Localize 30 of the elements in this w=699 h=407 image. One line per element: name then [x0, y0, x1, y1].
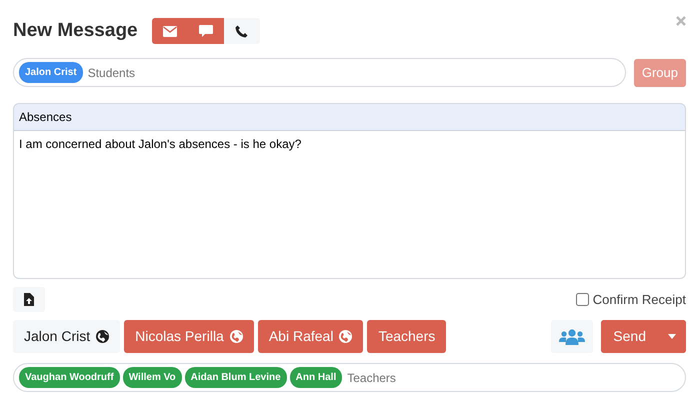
confirm-receipt-checkbox[interactable] [576, 293, 589, 306]
recipient-button[interactable]: Teachers [367, 320, 446, 353]
recipient-button[interactable]: Abi Rafeal [258, 320, 364, 353]
recipient-input[interactable]: Teachers [345, 368, 680, 386]
speech-bubble-icon [198, 24, 213, 38]
file-upload-icon [24, 293, 34, 306]
recipient-input[interactable]: Students [86, 64, 620, 82]
caret-icon [668, 334, 676, 339]
envelope-toggle[interactable] [152, 18, 188, 44]
recipient-tag[interactable]: Willem Vo [122, 367, 182, 388]
recipient-tag[interactable]: Aidan Blum Levine [184, 367, 287, 388]
recipient-button[interactable]: Jalon Crist [13, 320, 120, 353]
close-icon[interactable] [676, 16, 686, 26]
message-body-field[interactable]: I am concerned about Jalon's absences - is he okay? [13, 131, 686, 279]
attach-file-button[interactable] [13, 287, 45, 312]
phone-icon [235, 24, 248, 38]
phone-toggle[interactable] [224, 18, 260, 44]
cc-field[interactable]: Vaughan Woodruff Willem Vo Aidan Blum Levine Ann Hall Teachers [13, 363, 686, 392]
speech-bubble-toggle[interactable] [188, 18, 224, 44]
recipient-tag[interactable]: Jalon Crist [19, 62, 83, 83]
dialog-title: New Message [13, 20, 138, 42]
recipient-button[interactable]: Nicolas Perilla [124, 320, 254, 353]
envelope-icon [162, 26, 177, 36]
recipient-field[interactable]: Jalon Crist Students [13, 58, 626, 87]
subject-field[interactable]: Absences [13, 103, 686, 131]
recipient-tag[interactable]: Ann Hall [290, 367, 342, 388]
recipient-tag[interactable]: Vaughan Woodruff [19, 367, 120, 388]
contacts-button[interactable] [551, 320, 594, 353]
users-icon [559, 328, 586, 344]
checkbox-label: Confirm Receipt [592, 290, 686, 309]
